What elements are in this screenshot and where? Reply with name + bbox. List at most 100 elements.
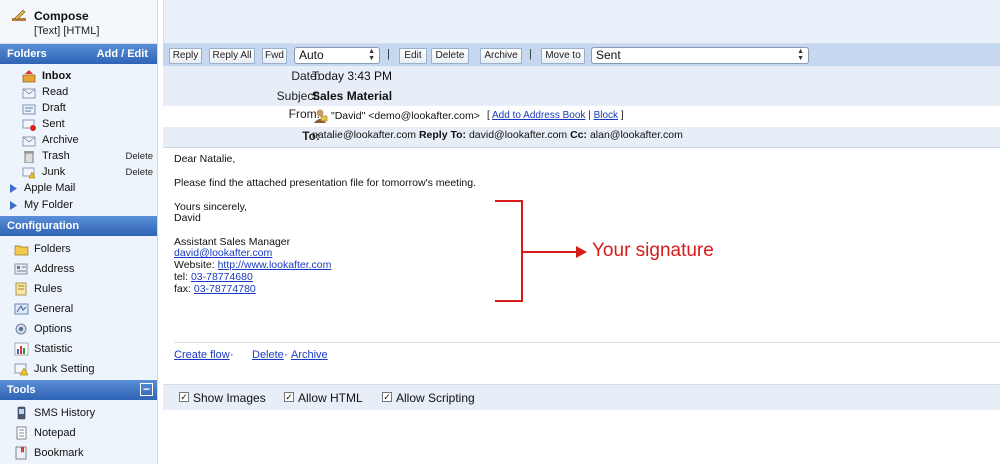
forward-button[interactable]: Fwd bbox=[262, 48, 287, 64]
show-images-label: Show Images bbox=[193, 391, 266, 405]
to-value: natalie@lookafter.com bbox=[312, 129, 417, 141]
display-options-bar: ✓ Show Images ✓ Allow HTML ✓ Allow Scrip… bbox=[163, 384, 1000, 410]
reply-to-value: david@lookafter.com bbox=[468, 129, 568, 141]
tools-item-sms-history[interactable]: SMS History bbox=[0, 403, 157, 423]
reply-to-label: Reply To: bbox=[418, 129, 467, 141]
signature-website-label: Website: bbox=[174, 259, 215, 271]
compose-format-links[interactable]: [Text] [HTML] bbox=[34, 25, 99, 37]
config-item-label: Options bbox=[34, 323, 72, 335]
sidebar-item-label: Apple Mail bbox=[24, 182, 76, 194]
sidebar-item-apple-mail[interactable]: Apple Mail bbox=[0, 181, 157, 198]
config-item-rules[interactable]: Rules bbox=[0, 279, 157, 299]
annotation-arrow-line bbox=[523, 251, 577, 253]
archive-button[interactable]: Archive bbox=[480, 48, 522, 64]
collapse-icon[interactable]: − bbox=[140, 383, 153, 396]
signature-fax-link[interactable]: 03-78774780 bbox=[194, 283, 256, 295]
expand-triangle-icon[interactable] bbox=[10, 201, 17, 210]
action-dot: · bbox=[284, 349, 288, 361]
config-item-address[interactable]: Address bbox=[0, 259, 157, 279]
compose-panel[interactable]: Compose [Text] [HTML] bbox=[0, 0, 157, 44]
tools-item-label: Notepad bbox=[34, 427, 76, 439]
config-item-junk-setting[interactable]: Junk Setting bbox=[0, 359, 157, 379]
compose-pen-icon bbox=[12, 9, 26, 21]
forward-mode-value: Auto bbox=[299, 48, 324, 62]
folders-header: Folders Add / Edit bbox=[0, 44, 157, 64]
sidebar-item-trash[interactable]: Trash Delete bbox=[0, 149, 157, 165]
junk-icon bbox=[22, 167, 36, 179]
config-item-statistic[interactable]: Statistic bbox=[0, 339, 157, 359]
bracket-open: [ bbox=[487, 110, 490, 121]
signature-website-link[interactable]: http://www.lookafter.com bbox=[218, 259, 332, 271]
signature-tel-link[interactable]: 03-78774680 bbox=[191, 271, 253, 283]
sidebar-item-draft[interactable]: Draft bbox=[0, 101, 157, 117]
sidebar-item-inbox[interactable]: Inbox bbox=[0, 69, 157, 85]
cc-label: Cc: bbox=[570, 129, 588, 141]
config-item-options[interactable]: Options bbox=[0, 319, 157, 339]
select-arrows-icon: ▲ ▼ bbox=[368, 48, 375, 62]
trash-icon bbox=[24, 151, 34, 163]
sidebar-item-junk[interactable]: Junk Delete bbox=[0, 165, 157, 181]
add-to-address-book-link[interactable]: Add to Address Book bbox=[492, 110, 585, 121]
move-target-value: Sent bbox=[596, 48, 621, 62]
body-line: Please find the attached presentation fi… bbox=[174, 177, 477, 189]
rules-icon bbox=[15, 282, 27, 296]
sender-actions: [ Add to Address Book | Block ] bbox=[487, 110, 624, 121]
sender-avatar-icon bbox=[314, 109, 328, 123]
top-banner bbox=[163, 0, 1000, 44]
tools-item-bookmark[interactable]: Bookmark bbox=[0, 443, 157, 463]
empty-trash-link[interactable]: Delete bbox=[126, 151, 153, 162]
block-sender-link[interactable]: Block bbox=[594, 110, 618, 121]
expand-triangle-icon[interactable] bbox=[10, 184, 17, 193]
configuration-header: Configuration bbox=[0, 216, 157, 236]
sidebar-item-label: Trash bbox=[42, 150, 70, 162]
config-item-folders[interactable]: Folders bbox=[0, 239, 157, 259]
sidebar-item-sent[interactable]: Sent bbox=[0, 117, 157, 133]
allow-scripting-checkbox[interactable]: ✓ bbox=[382, 392, 392, 402]
move-to-button[interactable]: Move to bbox=[541, 48, 585, 64]
toolbar-separator: | bbox=[529, 48, 532, 60]
tools-header: Tools − bbox=[0, 380, 157, 400]
sidebar-item-archive[interactable]: Archive bbox=[0, 133, 157, 149]
show-images-checkbox[interactable]: ✓ bbox=[179, 392, 189, 402]
signature-website: Website: http://www.lookafter.com bbox=[174, 259, 331, 271]
empty-junk-link[interactable]: Delete bbox=[126, 167, 153, 178]
delete-link[interactable]: Delete bbox=[252, 349, 284, 361]
delete-button[interactable]: Delete bbox=[431, 48, 469, 64]
compose-title[interactable]: Compose bbox=[34, 9, 89, 23]
date-value: Today 3:43 PM bbox=[312, 69, 393, 83]
recipients: natalie@lookafter.com Reply To: david@lo… bbox=[312, 129, 683, 141]
reply-all-button[interactable]: Reply All bbox=[209, 48, 255, 64]
tools-header-label: Tools bbox=[7, 384, 36, 396]
sent-icon bbox=[22, 119, 36, 131]
reply-button[interactable]: Reply bbox=[169, 48, 202, 64]
signature-email-link[interactable]: david@lookafter.com bbox=[174, 247, 272, 259]
config-item-general[interactable]: General bbox=[0, 299, 157, 319]
config-item-label: Address bbox=[34, 263, 75, 275]
move-target-select[interactable]: Sent ▲ ▼ bbox=[591, 47, 809, 64]
date-row: Date: Today 3:43 PM bbox=[163, 66, 1000, 86]
from-value: "David" <demo@lookafter.com> bbox=[331, 110, 480, 122]
sidebar-item-label: Junk bbox=[42, 166, 66, 178]
cc-value: alan@lookafter.com bbox=[589, 129, 683, 141]
allow-scripting-label: Allow Scripting bbox=[396, 391, 475, 405]
create-flow-link[interactable]: Create flow bbox=[174, 349, 230, 361]
tools-item-label: Bookmark bbox=[34, 447, 84, 459]
archive-icon bbox=[22, 136, 36, 147]
sidebar: Compose [Text] [HTML] Folders Add / Edit… bbox=[0, 0, 158, 464]
message-view: Reply Reply All Fwd Auto ▲ ▼ | Edit Delet… bbox=[163, 0, 1000, 464]
message-toolbar: Reply Reply All Fwd Auto ▲ ▼ | Edit Delet… bbox=[163, 44, 1000, 66]
from-row: From: "David" <demo@lookafter.com> [ Add… bbox=[163, 106, 1000, 127]
body-signature-name: David bbox=[174, 212, 201, 224]
archive-link[interactable]: Archive bbox=[291, 349, 328, 361]
allow-html-label: Allow HTML bbox=[298, 391, 363, 405]
general-icon bbox=[14, 303, 29, 315]
tools-item-notepad[interactable]: Notepad bbox=[0, 423, 157, 443]
sidebar-item-my-folder[interactable]: My Folder bbox=[0, 198, 157, 215]
sidebar-item-read[interactable]: Read bbox=[0, 85, 157, 101]
folders-add-edit-link[interactable]: Add / Edit bbox=[97, 44, 148, 64]
allow-html-checkbox[interactable]: ✓ bbox=[284, 392, 294, 402]
folders-config-icon bbox=[14, 245, 29, 256]
forward-mode-select[interactable]: Auto ▲ ▼ bbox=[294, 47, 380, 64]
divider bbox=[174, 342, 1000, 343]
edit-button[interactable]: Edit bbox=[399, 48, 427, 64]
